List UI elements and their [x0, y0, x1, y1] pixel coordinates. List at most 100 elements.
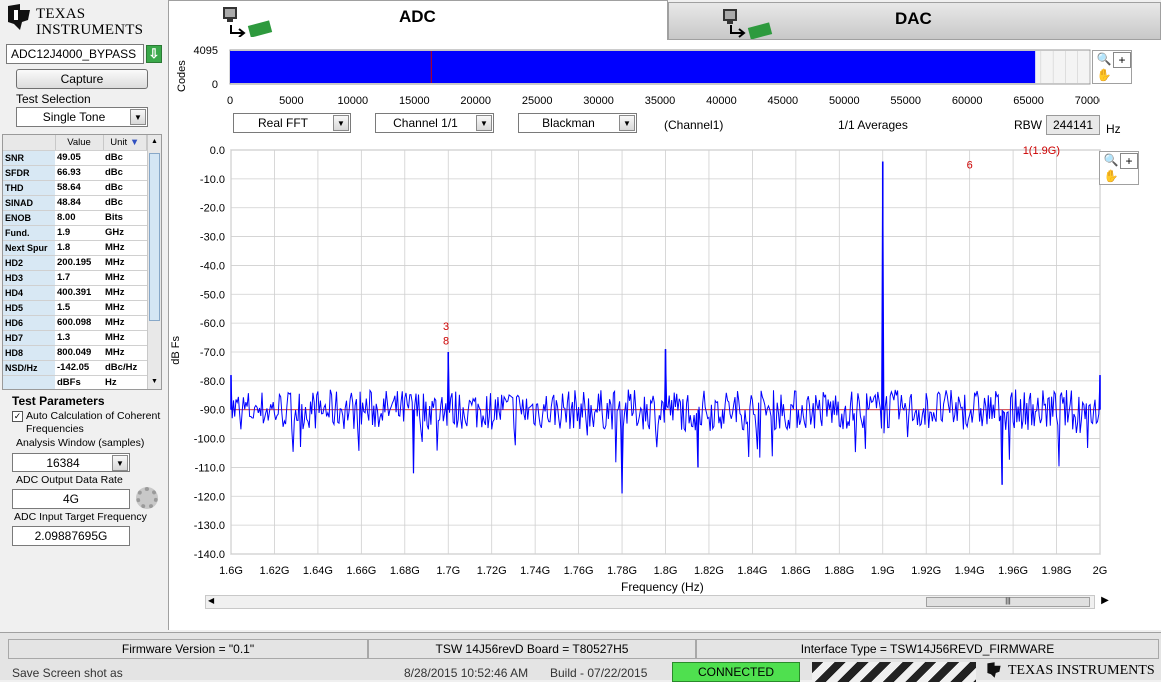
codes-xtick-label: 55000	[890, 95, 921, 107]
fft-ytick-label: -120.0	[194, 491, 225, 503]
channel-dropdown[interactable]: Channel 1/1 ▼	[375, 113, 494, 133]
metric-unit: dBc/Hz	[103, 360, 147, 376]
crosshair-icon[interactable]: +	[1120, 153, 1138, 169]
bottom-logo-text: TEXAS INSTRUMENTS	[1008, 663, 1155, 678]
tab-adc[interactable]: ADC	[168, 0, 668, 40]
codes-xtick-label: 30000	[583, 95, 614, 107]
metrics-scrollbar[interactable]: ▲ ▼	[147, 135, 161, 389]
codes-xtick-label: 25000	[522, 95, 553, 107]
metric-unit: MHz	[103, 345, 147, 361]
gear-icon[interactable]	[136, 487, 158, 509]
metric-unit: Bits	[103, 210, 147, 226]
build-date: Build - 07/22/2015	[550, 666, 648, 680]
scroll-right-icon[interactable]: ▶	[1098, 595, 1112, 609]
metrics-row: HD5 1.5 MHz	[3, 300, 147, 316]
fft-chart: 0.0 -10.0 -20.0 -30.0 -40.0 -50.0 -60.0 -70.0 -8…	[194, 145, 1108, 577]
metric-value: 1.9	[55, 225, 103, 241]
load-device-arrow-icon[interactable]: ⇩	[146, 45, 162, 63]
fft-xtick-label: 1.8G	[654, 565, 678, 577]
metric-value: 400.391	[55, 285, 103, 301]
metric-value: 1.8	[55, 240, 103, 256]
metrics-row: SINAD 48.84 dBc	[3, 195, 147, 211]
fft-scroll-thumb[interactable]: |||	[926, 597, 1090, 607]
zoom-icon[interactable]: 🔍	[1102, 153, 1120, 169]
metric-name: SFDR	[3, 165, 55, 181]
computer-board-icon	[223, 7, 273, 37]
metrics-row: THD 58.64 dBc	[3, 180, 147, 196]
codes-y-label: Codes	[176, 60, 188, 92]
metric-name: HD6	[3, 315, 55, 331]
metric-name: HD5	[3, 300, 55, 316]
metric-name: HD2	[3, 255, 55, 271]
metrics-row: HD3 1.7 MHz	[3, 270, 147, 286]
window-dropdown[interactable]: Blackman ▼	[518, 113, 637, 133]
rbw-unit: Hz	[1106, 122, 1121, 136]
fft-ytick-label: -100.0	[194, 434, 225, 446]
save-screenshot-link[interactable]: Save Screen shot as	[12, 666, 123, 680]
fft-horizontal-scrollbar[interactable]: ◀ |||	[205, 595, 1095, 609]
chevron-down-icon[interactable]: ▼	[130, 109, 146, 125]
codes-ytick-bottom: 0	[212, 79, 218, 91]
tab-dac[interactable]: DAC	[668, 2, 1161, 40]
metric-name: THD	[3, 180, 55, 196]
analysis-window-dropdown[interactable]: 16384 ▼	[12, 453, 130, 472]
chevron-down-icon[interactable]: ▼	[476, 115, 492, 131]
metrics-row: dBFs Hz	[3, 375, 147, 389]
fft-xtick-label: 1.96G	[998, 565, 1028, 577]
fft-xtick-label: 1.78G	[607, 565, 637, 577]
zoom-icon[interactable]: 🔍	[1095, 52, 1113, 68]
metric-name: Next Spur	[3, 240, 55, 256]
codes-xtick-label: 65000	[1013, 95, 1044, 107]
metric-value: 58.64	[55, 180, 103, 196]
test-selection-label: Test Selection	[16, 92, 91, 106]
metric-name: HD7	[3, 330, 55, 346]
codes-xtick-label: 15000	[399, 95, 430, 107]
scroll-down-icon: ▼	[151, 378, 158, 385]
checkbox-checked-icon[interactable]: ✓	[12, 411, 23, 422]
fft-ytick-label: -10.0	[200, 174, 225, 186]
logo-line2: INSTRUMENTS	[36, 22, 144, 38]
fft-xtick-label: 1.66G	[346, 565, 376, 577]
chevron-down-icon[interactable]: ▼	[333, 115, 349, 131]
metrics-scroll-thumb[interactable]	[149, 153, 160, 321]
fft-type-dropdown[interactable]: Real FFT ▼	[233, 113, 351, 133]
test-selection-dropdown[interactable]: Single Tone ▼	[16, 107, 148, 127]
metrics-header-value: Value	[55, 135, 104, 151]
chevron-down-icon[interactable]: ▼	[619, 115, 635, 131]
fft-ytick-label: -110.0	[195, 462, 225, 474]
scroll-left-icon[interactable]: ◀	[208, 596, 214, 605]
rbw-label: RBW	[1014, 118, 1042, 132]
chevron-down-icon[interactable]: ▼	[112, 455, 128, 471]
metric-unit: GHz	[103, 225, 147, 241]
fft-ytick-label: -70.0	[200, 347, 225, 359]
output-rate-input[interactable]: 4G	[12, 489, 130, 509]
pan-hand-icon[interactable]: ✋	[1095, 68, 1113, 84]
fft-x-label: Frequency (Hz)	[621, 580, 704, 594]
metrics-header-name	[3, 135, 56, 151]
output-rate-label: ADC Output Data Rate	[16, 474, 123, 486]
input-freq-input[interactable]: 2.09887695G	[12, 526, 130, 546]
device-select[interactable]: ADC12J4000_BYPASS	[6, 44, 144, 64]
codes-zoom-palette: 🔍 + ✋	[1092, 50, 1132, 84]
metrics-row: SFDR 66.93 dBc	[3, 165, 147, 181]
analysis-window-value: 16384	[46, 456, 80, 470]
metric-unit: MHz	[103, 330, 147, 346]
crosshair-icon[interactable]: +	[1113, 52, 1131, 68]
metric-unit: MHz	[103, 270, 147, 286]
scroll-up-icon: ▲	[151, 138, 158, 145]
metric-unit: MHz	[103, 285, 147, 301]
metric-value: 1.5	[55, 300, 103, 316]
metric-unit: dBc	[103, 180, 147, 196]
metric-value: 8.00	[55, 210, 103, 226]
metrics-row: HD7 1.3 MHz	[3, 330, 147, 346]
fft-xtick-label: 1.6G	[219, 565, 243, 577]
capture-button[interactable]: Capture	[16, 69, 148, 89]
metrics-table: Value Unit ▼ SNR 49.05 dBc SFDR 66.93 dBc THD 5…	[2, 134, 162, 390]
metrics-header-unit[interactable]: Unit ▼	[103, 135, 147, 151]
codes-ytick-top: 4095	[194, 45, 218, 57]
fft-ytick-label: -60.0	[200, 318, 225, 330]
pan-hand-icon[interactable]: ✋	[1102, 169, 1120, 185]
fft-ytick-label: -140.0	[194, 549, 225, 561]
fft-xtick-label: 1.9G	[871, 565, 895, 577]
codes-xtick-label: 40000	[706, 95, 737, 107]
